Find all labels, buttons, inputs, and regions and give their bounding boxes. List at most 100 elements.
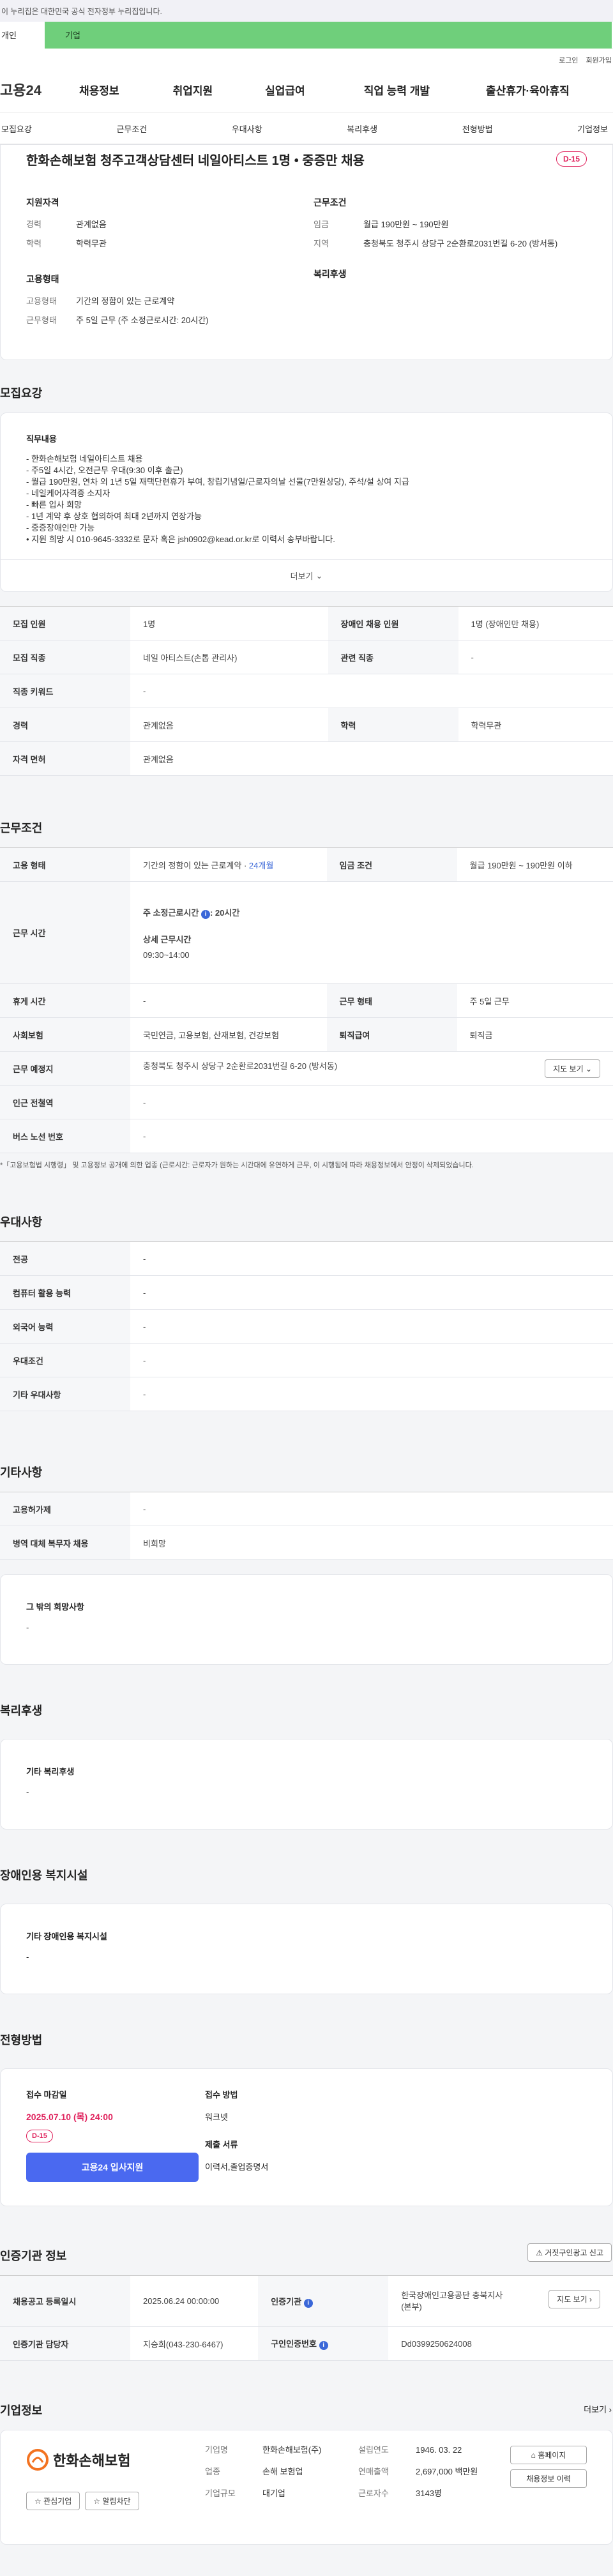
job-history-button[interactable]: 채용정보 이력 (510, 2469, 587, 2488)
homepage-button[interactable]: ⌂ 홈페이지 (510, 2446, 587, 2464)
tab-business[interactable]: 기업 (45, 21, 612, 49)
subnav-work[interactable]: 근무조건 (116, 123, 147, 135)
map-button[interactable]: 지도 보기 ⌄ (545, 1059, 600, 1078)
table-row: 자격 면허 관계없음 (0, 741, 613, 776)
pref-table: 전공 - 컴퓨터 활용 능력 - 외국어 능력 - 우대조건 - 기타 우대사항 - (0, 1241, 613, 1411)
login-link[interactable]: 로그인 (559, 55, 578, 65)
company-field-value: 1946. 03. 22 (416, 2445, 462, 2455)
company-field-label: 설립연도 (358, 2445, 389, 2455)
cell-header: 우대조건 (0, 1343, 130, 1377)
welfare-value: - (26, 1787, 29, 1797)
company-card: 한화손해보험 ☆ 관심기업 ☆ 알림차단 기업명 한화손해보험(주) 업종 손해 보… (0, 2430, 613, 2545)
cert-map-button-label: 지도 보기 (557, 2294, 587, 2304)
tab-business-label: 기업 (65, 31, 80, 40)
hanwha-logo-icon (27, 2449, 49, 2471)
deadline-dday-badge: D-15 (26, 2130, 53, 2142)
company-field-label: 근로자수 (358, 2489, 389, 2498)
duty-box: 직무내용 - 한화손해보험 네일아티스트 채용 - 주5일 4시간, 오전근무 … (0, 413, 613, 592)
company-more-label: 더보기 (584, 2405, 607, 2414)
tab-individual-label: 개인 (1, 31, 17, 40)
subnav-welfare[interactable]: 복리후생 (347, 123, 377, 135)
table-row: 사회보험 국민연금, 고용보험, 산재보험, 건강보험 퇴직급여 퇴직금 (0, 1017, 613, 1052)
cell-header: 기타 우대사항 (0, 1377, 130, 1411)
cell-value: 한국장애인고용공단 충북지사(본부) 지도 보기 › (388, 2275, 613, 2327)
duty-line: • 지원 희망 시 010-9645-3332로 문자 혹은 jsh0902@k… (26, 534, 335, 544)
company-field-value: 대기업 (262, 2489, 285, 2498)
table-row: 외국어 능력 - (0, 1309, 613, 1344)
table-row: 병역 대체 복무자 채용 비희망 (0, 1526, 613, 1560)
duty-line: - 중증장애인만 가능 (26, 523, 95, 533)
disab-box: 기타 장애인용 복지시설 - (0, 1904, 613, 1994)
cell-header: 경력 (0, 708, 130, 742)
hope-value: - (26, 1623, 29, 1632)
cell-value: - (130, 983, 327, 1018)
duty-line: - 월급 190만원, 연차 외 1년 5일 재택단련휴가 부여, 창립기념일/… (26, 477, 409, 487)
alarm-block-button[interactable]: ☆ 알림차단 (85, 2492, 139, 2510)
home-icon: ⌂ (531, 2451, 538, 2460)
fav-company-button[interactable]: ☆ 관심기업 (26, 2492, 80, 2510)
hope-box: 그 밖의 희망사항 - (0, 1574, 613, 1665)
qual-col: 지원자격 경력 관계없음 학력 학력무관 고용형태 고용형태 기간의 정함이 있는 근… (26, 196, 294, 334)
docs-value: 이력서,졸업증명서 (205, 2162, 269, 2172)
process-box: 접수 마감일 2025.07.10 (목) 24:00 D-15 고용24 입사… (0, 2068, 613, 2206)
etc-section-title: 기타사항 (0, 1466, 43, 1479)
welfare-box: 기타 복리후생 - (0, 1739, 613, 1830)
info-icon[interactable]: i (319, 2341, 328, 2350)
tab-individual[interactable]: 개인 (0, 21, 45, 49)
emp-type-text: 기간의 정함이 있는 근로계약 (143, 860, 242, 870)
homepage-label: 홈페이지 (538, 2451, 566, 2460)
subnav-company[interactable]: 기업정보 (577, 123, 613, 135)
company-more-link[interactable]: 더보기 › (584, 2403, 612, 2415)
info-icon[interactable]: i (201, 909, 210, 919)
duty-more-button[interactable]: 더보기 ⌄ (1, 559, 612, 591)
work-address: 충청북도 청주시 상당구 2순환로2031번길 6-20 (방서동) (143, 1061, 338, 1071)
duty-line: - 네일케어자격증 소지자 (26, 489, 110, 498)
apply-button-label: 고용24 입사지원 (81, 2162, 144, 2172)
alarm-block-label: 알림차단 (102, 2497, 131, 2506)
welfare-section-title: 복리후생 (0, 1704, 43, 1717)
site-header: 로그인 회원가입 고용24 채용정보 취업지원 실업급여 직업 능력 개발 출산… (0, 49, 613, 112)
cert-no-label: 구인인증번호 (271, 2339, 317, 2349)
apply-button[interactable]: 고용24 입사지원 (26, 2153, 199, 2182)
emp-type-label: 고용형태 (26, 296, 57, 306)
report-button[interactable]: ⚠ 거짓구인광고 신고 (527, 2243, 612, 2262)
cond-wage-label: 임금 (314, 220, 329, 229)
hope-title: 그 밖의 희망사항 (26, 1602, 84, 1612)
cell-header: 고용 형태 (0, 847, 130, 882)
table-row: 기타 우대사항 - (0, 1377, 613, 1411)
gnb-jobs[interactable]: 채용정보 (79, 82, 119, 98)
cell-value: 지승희(043-230-6467) (130, 2326, 259, 2361)
info-icon[interactable]: i (303, 2298, 313, 2308)
gnb-unemployment[interactable]: 실업급여 (265, 82, 305, 98)
subnav-process[interactable]: 전형방법 (462, 123, 493, 135)
cell-value: - (130, 1377, 613, 1411)
user-type-bar: 개인 기업 (0, 21, 613, 49)
emp-type-value: 기간의 정함이 있는 근로계약 (76, 296, 175, 306)
cell-header: 근무 시간 (0, 881, 130, 984)
cell-value: 퇴직금 (457, 1017, 613, 1052)
gnb-parental-leave[interactable]: 출산휴가·육아휴직 (486, 82, 570, 98)
gnb-employment-support[interactable]: 취업지원 (173, 82, 213, 98)
cell-header: 구인인증번호 i (258, 2326, 389, 2361)
subnav-pref[interactable]: 우대사항 (232, 123, 262, 135)
cert-map-button[interactable]: 지도 보기 › (549, 2289, 600, 2308)
qual-edu-value: 학력무관 (76, 239, 107, 248)
duty-line: - 주5일 4시간, 오전근무 우대(9:30 이후 출근) (26, 466, 183, 475)
gov-notice-text: 이 누리집은 대한민국 공식 전자정부 누리집입니다. (1, 6, 162, 16)
emp-shift-value: 주 5일 근무 (주 소정근로시간: 20시간) (76, 315, 209, 325)
table-row: 근무 시간 주 소정근로시간 i: 20시간 상세 근무시간 09:30~14:… (0, 881, 613, 984)
signup-link[interactable]: 회원가입 (586, 55, 612, 65)
cell-header: 인증기관 담당자 (0, 2326, 130, 2361)
gnb-skills[interactable]: 직업 능력 개발 (364, 82, 430, 98)
hours-cell: 주 소정근로시간 i: 20시간 상세 근무시간 09:30~14:00 (130, 881, 613, 984)
duty-more-label: 더보기 (290, 572, 314, 581)
company-logo: 한화손해보험 (26, 2448, 130, 2471)
cell-header: 고용허가제 (0, 1492, 130, 1526)
cell-header: 근무 형태 (326, 983, 457, 1018)
site-logo[interactable]: 고용24 (0, 79, 70, 100)
cell-value: - (130, 1085, 613, 1119)
duty-line: - 한화손해보험 네일아티스트 채용 (26, 454, 143, 464)
subnav-recruit[interactable]: 모집요강 (0, 123, 32, 135)
docs-label: 제출 서류 (205, 2140, 238, 2149)
etc-table: 고용허가제 - 병역 대체 복무자 채용 비희망 (0, 1492, 613, 1560)
